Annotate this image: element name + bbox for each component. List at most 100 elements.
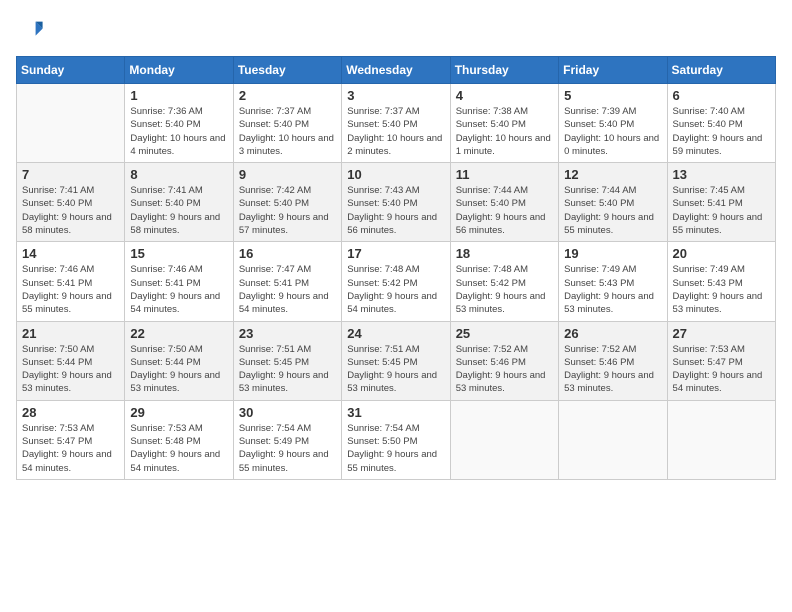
calendar-cell: 17 Sunrise: 7:48 AMSunset: 5:42 PMDayligh…: [342, 242, 450, 321]
day-number: 15: [130, 246, 227, 261]
day-number: 17: [347, 246, 444, 261]
day-of-week-header: Saturday: [667, 57, 775, 84]
calendar-cell: 16 Sunrise: 7:47 AMSunset: 5:41 PMDayligh…: [233, 242, 341, 321]
calendar-cell: 22 Sunrise: 7:50 AMSunset: 5:44 PMDayligh…: [125, 321, 233, 400]
logo: [16, 16, 48, 44]
calendar-cell: 25 Sunrise: 7:52 AMSunset: 5:46 PMDayligh…: [450, 321, 558, 400]
calendar-cell: 8 Sunrise: 7:41 AMSunset: 5:40 PMDaylight…: [125, 163, 233, 242]
day-of-week-header: Wednesday: [342, 57, 450, 84]
calendar-cell: 9Sunrise: 7:42 AMSunset: 5:40 PMDaylight…: [233, 163, 341, 242]
calendar-cell: 1Sunrise: 7:36 AMSunset: 5:40 PMDaylight…: [125, 84, 233, 163]
day-number: 27: [673, 326, 770, 341]
day-number: 4: [456, 88, 553, 103]
day-info: Sunrise: 7:50 AMSunset: 5:44 PMDaylight:…: [22, 343, 119, 396]
day-number: 6: [673, 88, 770, 103]
day-info: Sunrise: 7:39 AMSunset: 5:40 PMDaylight:…: [564, 105, 661, 158]
calendar-cell: 3 Sunrise: 7:37 AMSunset: 5:40 PMDaylight…: [342, 84, 450, 163]
calendar-cell: 26 Sunrise: 7:52 AMSunset: 5:46 PMDayligh…: [559, 321, 667, 400]
day-info: Sunrise: 7:46 AMSunset: 5:41 PMDaylight:…: [22, 263, 119, 316]
calendar-cell: 7Sunrise: 7:41 AMSunset: 5:40 PMDaylight…: [17, 163, 125, 242]
day-info: Sunrise: 7:49 AMSunset: 5:43 PMDaylight:…: [564, 263, 661, 316]
day-number: 25: [456, 326, 553, 341]
day-of-week-header: Tuesday: [233, 57, 341, 84]
day-info: Sunrise: 7:38 AMSunset: 5:40 PMDaylight:…: [456, 105, 553, 158]
calendar-cell: 27Sunrise: 7:53 AMSunset: 5:47 PMDayligh…: [667, 321, 775, 400]
day-info: Sunrise: 7:53 AMSunset: 5:47 PMDaylight:…: [22, 422, 119, 475]
day-number: 19: [564, 246, 661, 261]
calendar-cell: 15 Sunrise: 7:46 AMSunset: 5:41 PMDayligh…: [125, 242, 233, 321]
calendar-cell: 24Sunrise: 7:51 AMSunset: 5:45 PMDayligh…: [342, 321, 450, 400]
day-of-week-header: Monday: [125, 57, 233, 84]
day-info: Sunrise: 7:44 AMSunset: 5:40 PMDaylight:…: [564, 184, 661, 237]
calendar-week-row: 21 Sunrise: 7:50 AMSunset: 5:44 PMDayligh…: [17, 321, 776, 400]
calendar-cell: 14Sunrise: 7:46 AMSunset: 5:41 PMDayligh…: [17, 242, 125, 321]
day-info: Sunrise: 7:48 AMSunset: 5:42 PMDaylight:…: [456, 263, 553, 316]
calendar-cell: [450, 400, 558, 479]
calendar-cell: 6 Sunrise: 7:40 AMSunset: 5:40 PMDaylight…: [667, 84, 775, 163]
calendar-cell: 2 Sunrise: 7:37 AMSunset: 5:40 PMDaylight…: [233, 84, 341, 163]
day-info: Sunrise: 7:52 AMSunset: 5:46 PMDaylight:…: [456, 343, 553, 396]
calendar-week-row: 7 Sunrise: 7:41 AMSunset: 5:40 PMDaylight…: [17, 163, 776, 242]
calendar-week-row: 1Sunrise: 7:36 AMSunset: 5:40 PMDaylight…: [17, 84, 776, 163]
page-header: [16, 16, 776, 44]
day-number: 20: [673, 246, 770, 261]
day-number: 9: [239, 167, 336, 182]
calendar-header-row: SundayMondayTuesdayWednesdayThursdayFrid…: [17, 57, 776, 84]
day-number: 31: [347, 405, 444, 420]
calendar-cell: 28 Sunrise: 7:53 AMSunset: 5:47 PMDayligh…: [17, 400, 125, 479]
calendar-cell: [559, 400, 667, 479]
day-info: Sunrise: 7:53 AMSunset: 5:48 PMDaylight:…: [130, 422, 227, 475]
calendar-cell: 20 Sunrise: 7:49 AMSunset: 5:43 PMDayligh…: [667, 242, 775, 321]
calendar-cell: 10Sunrise: 7:43 AMSunset: 5:40 PMDayligh…: [342, 163, 450, 242]
day-number: 3: [347, 88, 444, 103]
day-number: 10: [347, 167, 444, 182]
day-number: 16: [239, 246, 336, 261]
day-number: 8: [130, 167, 227, 182]
day-number: 12: [564, 167, 661, 182]
day-of-week-header: Thursday: [450, 57, 558, 84]
day-number: 28: [22, 405, 119, 420]
day-of-week-header: Friday: [559, 57, 667, 84]
calendar-cell: 21 Sunrise: 7:50 AMSunset: 5:44 PMDayligh…: [17, 321, 125, 400]
day-info: Sunrise: 7:47 AMSunset: 5:41 PMDaylight:…: [239, 263, 336, 316]
day-number: 30: [239, 405, 336, 420]
calendar-week-row: 14Sunrise: 7:46 AMSunset: 5:41 PMDayligh…: [17, 242, 776, 321]
day-info: Sunrise: 7:54 AMSunset: 5:49 PMDaylight:…: [239, 422, 336, 475]
calendar-cell: 11 Sunrise: 7:44 AMSunset: 5:40 PMDayligh…: [450, 163, 558, 242]
day-info: Sunrise: 7:48 AMSunset: 5:42 PMDaylight:…: [347, 263, 444, 316]
day-info: Sunrise: 7:44 AMSunset: 5:40 PMDaylight:…: [456, 184, 553, 237]
day-info: Sunrise: 7:49 AMSunset: 5:43 PMDaylight:…: [673, 263, 770, 316]
day-number: 2: [239, 88, 336, 103]
calendar-week-row: 28 Sunrise: 7:53 AMSunset: 5:47 PMDayligh…: [17, 400, 776, 479]
day-number: 22: [130, 326, 227, 341]
day-number: 21: [22, 326, 119, 341]
day-number: 13: [673, 167, 770, 182]
day-info: Sunrise: 7:36 AMSunset: 5:40 PMDaylight:…: [130, 105, 227, 158]
calendar-cell: 18Sunrise: 7:48 AMSunset: 5:42 PMDayligh…: [450, 242, 558, 321]
day-info: Sunrise: 7:37 AMSunset: 5:40 PMDaylight:…: [239, 105, 336, 158]
day-info: Sunrise: 7:40 AMSunset: 5:40 PMDaylight:…: [673, 105, 770, 158]
day-number: 26: [564, 326, 661, 341]
calendar-cell: 4 Sunrise: 7:38 AMSunset: 5:40 PMDaylight…: [450, 84, 558, 163]
day-number: 7: [22, 167, 119, 182]
day-info: Sunrise: 7:52 AMSunset: 5:46 PMDaylight:…: [564, 343, 661, 396]
calendar-table: SundayMondayTuesdayWednesdayThursdayFrid…: [16, 56, 776, 480]
day-info: Sunrise: 7:46 AMSunset: 5:41 PMDaylight:…: [130, 263, 227, 316]
calendar-cell: [667, 400, 775, 479]
day-number: 23: [239, 326, 336, 341]
day-info: Sunrise: 7:37 AMSunset: 5:40 PMDaylight:…: [347, 105, 444, 158]
day-number: 29: [130, 405, 227, 420]
day-number: 11: [456, 167, 553, 182]
day-number: 24: [347, 326, 444, 341]
calendar-cell: 13 Sunrise: 7:45 AMSunset: 5:41 PMDayligh…: [667, 163, 775, 242]
logo-icon: [16, 16, 44, 44]
day-info: Sunrise: 7:50 AMSunset: 5:44 PMDaylight:…: [130, 343, 227, 396]
day-info: Sunrise: 7:45 AMSunset: 5:41 PMDaylight:…: [673, 184, 770, 237]
day-number: 5: [564, 88, 661, 103]
day-info: Sunrise: 7:54 AMSunset: 5:50 PMDaylight:…: [347, 422, 444, 475]
calendar-cell: 29 Sunrise: 7:53 AMSunset: 5:48 PMDayligh…: [125, 400, 233, 479]
calendar-cell: 30 Sunrise: 7:54 AMSunset: 5:49 PMDayligh…: [233, 400, 341, 479]
calendar-cell: 19 Sunrise: 7:49 AMSunset: 5:43 PMDayligh…: [559, 242, 667, 321]
day-info: Sunrise: 7:41 AMSunset: 5:40 PMDaylight:…: [130, 184, 227, 237]
calendar-cell: 12 Sunrise: 7:44 AMSunset: 5:40 PMDayligh…: [559, 163, 667, 242]
